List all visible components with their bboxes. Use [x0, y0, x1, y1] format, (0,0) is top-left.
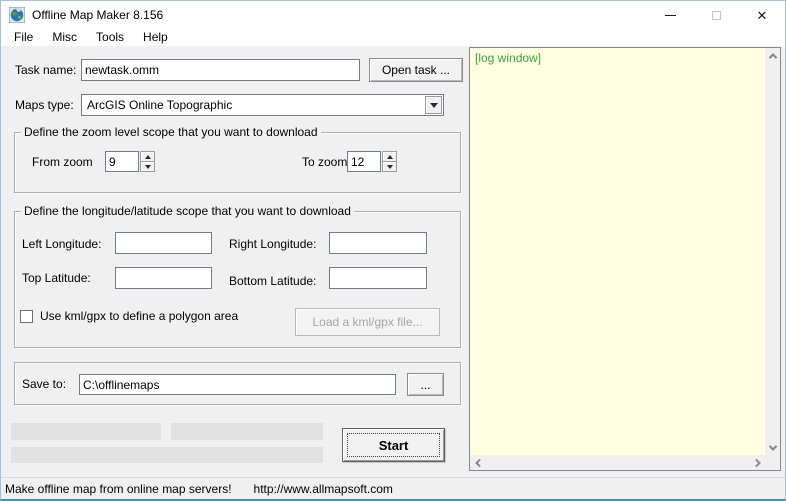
save-to-label: Save to:	[22, 377, 67, 391]
task-name-input[interactable]	[81, 59, 360, 81]
zoom-scope-legend: Define the zoom level scope that you wan…	[21, 125, 321, 139]
top-latitude-label: Top Latitude:	[22, 271, 91, 285]
title-bar: Offline Map Maker 8.156 ✕	[1, 1, 785, 29]
from-zoom-down-button[interactable]	[140, 161, 155, 172]
save-to-input[interactable]	[79, 374, 396, 395]
app-icon	[9, 7, 25, 23]
scrollbar-corner	[765, 455, 780, 470]
arrow-up-icon	[144, 154, 151, 159]
to-zoom-label: To zoom	[302, 155, 348, 169]
right-longitude-label: Right Longitude:	[229, 237, 317, 251]
open-task-button[interactable]: Open task ...	[369, 58, 463, 82]
close-icon: ✕	[756, 7, 768, 23]
chevron-left-icon	[474, 458, 484, 467]
to-zoom-spinner	[382, 151, 397, 172]
vertical-scrollbar[interactable]	[765, 48, 780, 455]
scroll-up-button[interactable]	[765, 48, 780, 63]
maps-type-selected: ArcGIS Online Topographic	[87, 98, 233, 112]
arrow-down-icon	[144, 164, 151, 169]
chevron-down-icon	[768, 441, 777, 451]
chevron-right-icon	[751, 458, 761, 467]
scroll-left-button[interactable]	[470, 455, 485, 470]
load-kml-button[interactable]: Load a kml/gpx file...	[295, 308, 440, 336]
menu-tools[interactable]: Tools	[93, 29, 127, 46]
left-longitude-input[interactable]	[115, 232, 212, 254]
maps-type-label: Maps type:	[15, 98, 74, 112]
menu-misc[interactable]: Misc	[49, 29, 80, 46]
left-longitude-label: Left Longitude:	[22, 237, 102, 251]
arrow-up-icon	[386, 154, 393, 159]
to-zoom-input[interactable]	[347, 151, 381, 172]
maximize-button[interactable]	[693, 1, 739, 29]
maps-type-combobox[interactable]: ArcGIS Online Topographic	[81, 94, 444, 116]
scroll-right-button[interactable]	[750, 455, 765, 470]
status-url: http://www.allmapsoft.com	[253, 481, 393, 496]
from-zoom-input[interactable]	[105, 151, 139, 172]
from-zoom-spinner	[140, 151, 155, 172]
top-latitude-input[interactable]	[115, 267, 212, 289]
scroll-down-button[interactable]	[765, 440, 780, 455]
arrow-down-icon	[386, 164, 393, 169]
zoom-scope-group: Define the zoom level scope that you wan…	[14, 125, 461, 193]
progress-bar-left	[11, 423, 161, 440]
bottom-latitude-label: Bottom Latitude:	[229, 274, 317, 288]
progress-bar-total	[11, 447, 323, 463]
menu-bar: File Misc Tools Help	[1, 29, 785, 46]
minimize-button[interactable]	[647, 1, 693, 29]
chevron-down-icon	[429, 102, 438, 108]
horizontal-scrollbar[interactable]	[470, 455, 765, 470]
area-scope-legend: Define the longitude/latitude scope that…	[21, 204, 354, 218]
maximize-icon	[711, 10, 721, 20]
area-scope-group: Define the longitude/latitude scope that…	[14, 204, 461, 348]
bottom-latitude-input[interactable]	[329, 267, 427, 289]
browse-button[interactable]: ...	[407, 373, 444, 396]
progress-bar-right	[171, 423, 323, 440]
minimize-icon	[664, 14, 676, 16]
status-bar: Make offline map from online map servers…	[1, 477, 785, 499]
status-message: Make offline map from online map servers…	[5, 481, 232, 496]
to-zoom-down-button[interactable]	[382, 161, 397, 172]
task-name-label: Task name:	[15, 63, 77, 77]
from-zoom-label: From zoom	[32, 155, 93, 169]
menu-help[interactable]: Help	[140, 29, 171, 46]
maps-type-dropdown-button[interactable]	[425, 96, 442, 114]
log-content[interactable]: [log window]	[470, 48, 765, 455]
menu-file[interactable]: File	[11, 29, 36, 46]
close-button[interactable]: ✕	[739, 1, 785, 29]
log-window[interactable]: [log window]	[469, 47, 781, 471]
kml-checkbox-label: Use kml/gpx to define a polygon area	[40, 309, 239, 323]
kml-checkbox[interactable]	[20, 310, 33, 323]
window-title: Offline Map Maker 8.156	[32, 8, 164, 22]
start-button[interactable]: Start	[342, 428, 445, 462]
log-text: [log window]	[475, 51, 542, 65]
chevron-up-icon	[768, 52, 777, 62]
client-area: Task name: Open task ... Maps type: ArcG…	[1, 46, 785, 477]
right-longitude-input[interactable]	[329, 232, 427, 254]
save-to-group: Save to: ...	[14, 362, 461, 405]
